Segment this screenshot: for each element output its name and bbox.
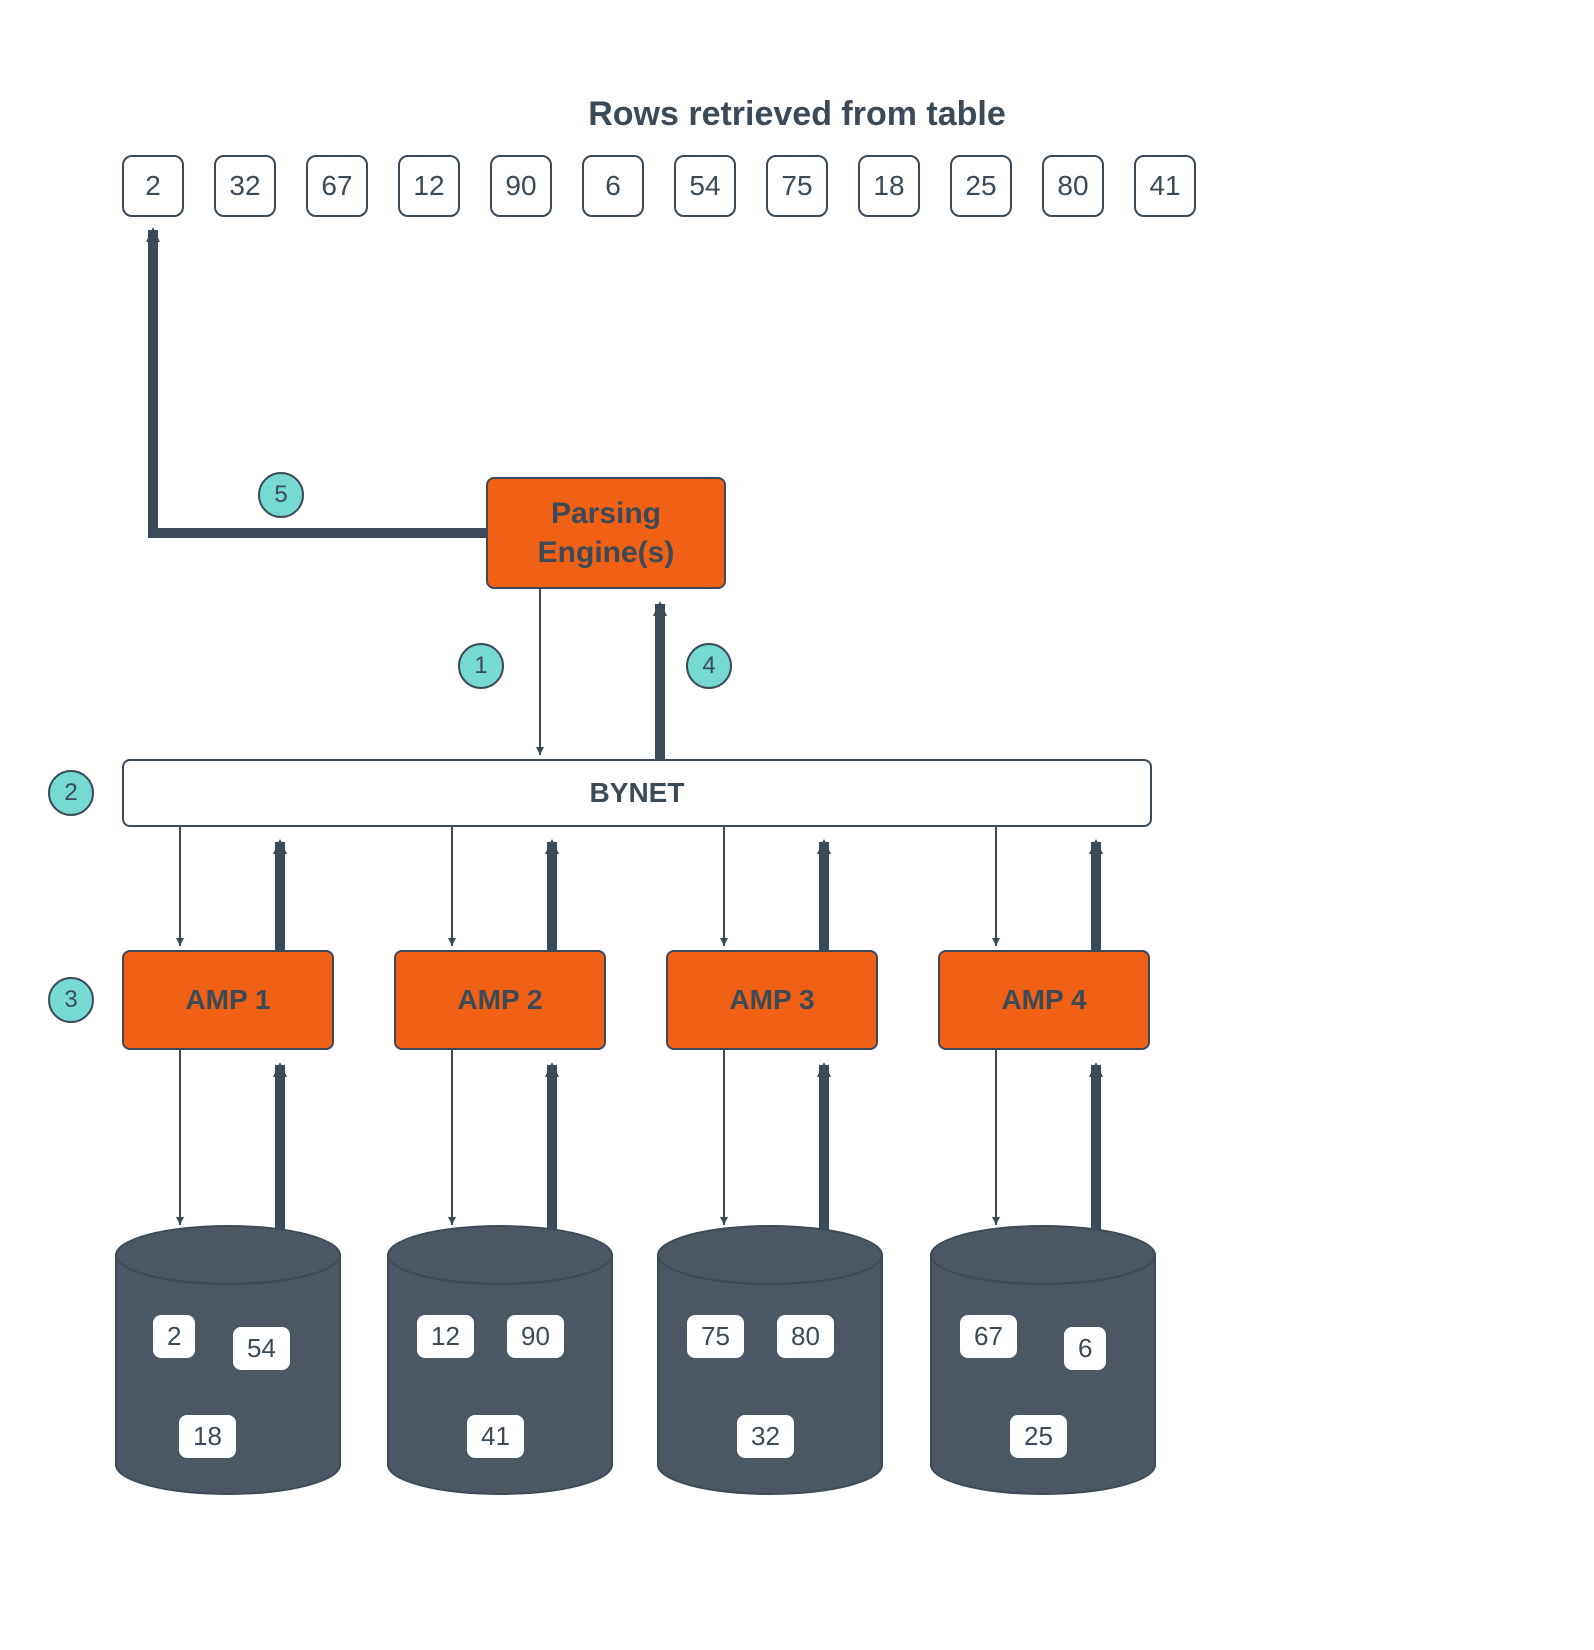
row-value: 80 — [1042, 155, 1104, 217]
amp-label: AMP 1 — [185, 984, 270, 1016]
row-value: 32 — [214, 155, 276, 217]
db-value: 6 — [1064, 1327, 1106, 1370]
amp-box-2: AMP 2 — [394, 950, 606, 1050]
step-circle-3: 3 — [48, 977, 94, 1023]
db-cylinder-3: 75 80 32 — [657, 1225, 883, 1515]
step-circle-4: 4 — [686, 643, 732, 689]
db-value: 67 — [960, 1315, 1017, 1358]
bynet-label: BYNET — [590, 777, 685, 809]
step-circle-5: 5 — [258, 472, 304, 518]
diagram-title: Rows retrieved from table — [0, 95, 1594, 134]
db-cylinder-2: 12 90 41 — [387, 1225, 613, 1515]
db-cylinder-1: 2 54 18 — [115, 1225, 341, 1515]
row-value: 75 — [766, 155, 828, 217]
row-values-container: 2 32 67 12 90 6 54 75 18 25 80 41 — [122, 155, 1196, 217]
row-value: 67 — [306, 155, 368, 217]
step-circle-1: 1 — [458, 643, 504, 689]
db-value: 18 — [179, 1415, 236, 1458]
amp-label: AMP 2 — [457, 984, 542, 1016]
db-value: 32 — [737, 1415, 794, 1458]
amp-label: AMP 3 — [729, 984, 814, 1016]
amp-box-4: AMP 4 — [938, 950, 1150, 1050]
db-value: 41 — [467, 1415, 524, 1458]
row-value: 41 — [1134, 155, 1196, 217]
row-value: 12 — [398, 155, 460, 217]
arrow-step-5 — [153, 230, 486, 533]
row-value: 54 — [674, 155, 736, 217]
db-value: 12 — [417, 1315, 474, 1358]
db-value: 25 — [1010, 1415, 1067, 1458]
row-value: 18 — [858, 155, 920, 217]
amp-box-1: AMP 1 — [122, 950, 334, 1050]
row-value: 2 — [122, 155, 184, 217]
db-value: 2 — [153, 1315, 195, 1358]
bynet-box: BYNET — [122, 759, 1152, 827]
parsing-engine-label: Parsing Engine(s) — [538, 494, 675, 572]
row-value: 6 — [582, 155, 644, 217]
db-value: 54 — [233, 1327, 290, 1370]
step-circle-2: 2 — [48, 770, 94, 816]
amp-label: AMP 4 — [1001, 984, 1086, 1016]
row-value: 90 — [490, 155, 552, 217]
db-cylinder-4: 67 6 25 — [930, 1225, 1156, 1515]
db-value: 75 — [687, 1315, 744, 1358]
row-value: 25 — [950, 155, 1012, 217]
parsing-engine-box: Parsing Engine(s) — [486, 477, 726, 589]
db-value: 90 — [507, 1315, 564, 1358]
amp-box-3: AMP 3 — [666, 950, 878, 1050]
db-value: 80 — [777, 1315, 834, 1358]
